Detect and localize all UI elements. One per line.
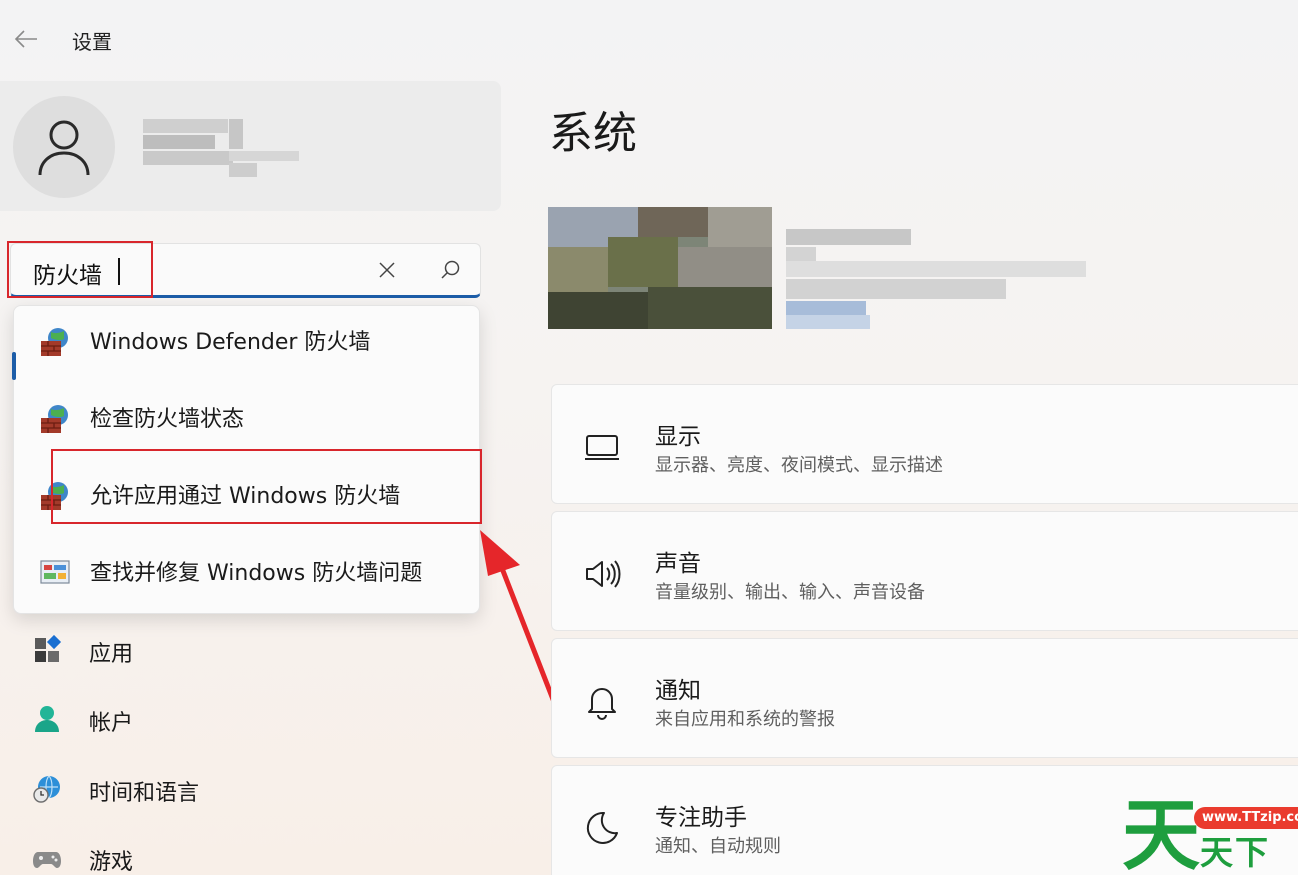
back-arrow-icon bbox=[14, 30, 37, 48]
search-icon bbox=[441, 260, 460, 279]
troubleshoot-icon bbox=[40, 560, 70, 584]
suggestion-item[interactable]: 查找并修复 Windows 防火墙问题 bbox=[14, 537, 481, 607]
search-button[interactable] bbox=[437, 257, 463, 283]
nav-label: 帐户 bbox=[89, 711, 134, 736]
firewall-icon bbox=[41, 328, 68, 356]
bell-icon bbox=[588, 688, 616, 720]
settings-card-sound[interactable]: 声音 音量级别、输出、输入、声音设备 bbox=[551, 511, 1298, 631]
time-language-icon bbox=[33, 775, 60, 803]
title-bar: 设置 bbox=[0, 0, 1298, 78]
highlight-box-search bbox=[7, 241, 153, 298]
suggestion-item[interactable]: Windows Defender 防火墙 bbox=[14, 306, 481, 376]
nav-label: 游戏 bbox=[89, 850, 134, 875]
person-icon bbox=[38, 120, 90, 176]
speaker-icon bbox=[586, 560, 621, 588]
nav-item-accounts[interactable]: 帐户 bbox=[0, 689, 500, 749]
card-title: 显示 bbox=[655, 424, 701, 450]
clear-search-button[interactable] bbox=[375, 258, 399, 282]
firewall-icon bbox=[41, 405, 68, 433]
apps-icon bbox=[35, 635, 62, 662]
moon-icon bbox=[586, 811, 618, 844]
suggestion-item[interactable]: 检查防火墙状态 bbox=[14, 383, 481, 453]
suggestion-label: 查找并修复 Windows 防火墙问题 bbox=[90, 561, 423, 586]
watermark-big-char: 天 bbox=[1122, 791, 1201, 875]
watermark-text: 天下載 bbox=[1200, 833, 1270, 875]
suggestion-label: 检查防火墙状态 bbox=[90, 407, 245, 432]
card-title: 声音 bbox=[655, 551, 701, 577]
settings-card-display[interactable]: 显示 显示器、亮度、夜间模式、显示描述 bbox=[551, 384, 1298, 504]
watermark-logo: 天 www.TTzip.com 天下載 bbox=[1120, 797, 1298, 875]
nav-item-gaming[interactable]: 游戏 bbox=[0, 828, 500, 875]
card-subtitle: 音量级别、输出、输入、声音设备 bbox=[655, 582, 925, 603]
card-title: 专注助手 bbox=[655, 805, 747, 831]
highlight-box-allow-app bbox=[51, 449, 482, 524]
close-icon bbox=[379, 262, 395, 278]
card-title: 通知 bbox=[655, 678, 701, 704]
selection-indicator bbox=[12, 352, 16, 380]
nav-item-apps[interactable]: 应用 bbox=[0, 620, 500, 680]
account-icon bbox=[35, 706, 59, 732]
card-subtitle: 通知、自动规则 bbox=[655, 836, 781, 857]
profile-card[interactable] bbox=[0, 81, 501, 211]
redacted-device-info bbox=[786, 217, 1096, 330]
suggestion-label: Windows Defender 防火墙 bbox=[90, 330, 371, 355]
nav-label: 时间和语言 bbox=[89, 781, 200, 806]
display-icon bbox=[585, 435, 619, 460]
page-title: 系统 bbox=[549, 108, 637, 159]
card-subtitle: 显示器、亮度、夜间模式、显示描述 bbox=[655, 455, 943, 476]
nav-item-time-language[interactable]: 时间和语言 bbox=[0, 759, 500, 819]
card-subtitle: 来自应用和系统的警报 bbox=[655, 709, 835, 730]
gaming-icon bbox=[33, 852, 61, 868]
avatar[interactable] bbox=[13, 96, 115, 198]
settings-card-notifications[interactable]: 通知 来自应用和系统的警报 bbox=[551, 638, 1298, 758]
nav-label: 应用 bbox=[89, 642, 134, 667]
back-button[interactable] bbox=[10, 22, 42, 56]
redacted-user-name bbox=[143, 119, 303, 189]
app-title: 设置 bbox=[72, 30, 112, 54]
watermark-url: www.TTzip.com bbox=[1194, 807, 1298, 829]
redacted-device-image bbox=[548, 207, 772, 329]
